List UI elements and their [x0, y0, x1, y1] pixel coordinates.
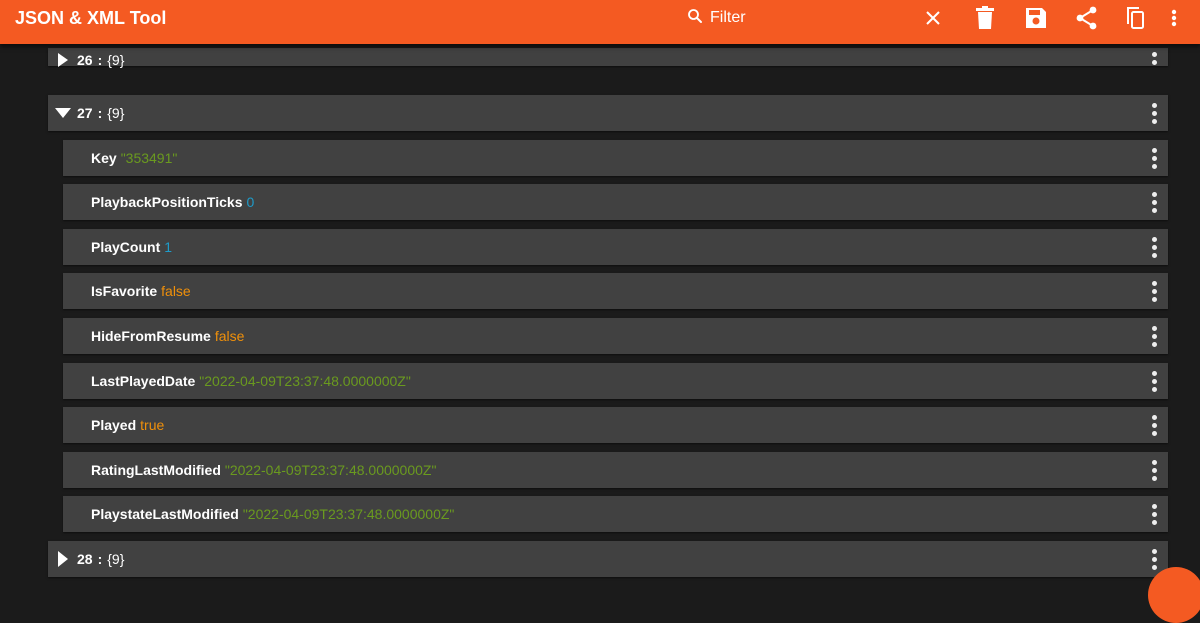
more-vert-icon[interactable]	[1146, 144, 1162, 172]
more-vert-icon	[1171, 9, 1177, 27]
child-value: "2022-04-09T23:37:48.0000000Z"	[199, 373, 411, 389]
more-vert-icon[interactable]	[1146, 545, 1162, 573]
save-button[interactable]	[1022, 4, 1050, 32]
more-vert-icon[interactable]	[1146, 277, 1162, 305]
tree-node-26[interactable]: 26 : {9}	[48, 48, 1168, 69]
tree-child-row[interactable]: Played true	[63, 407, 1168, 443]
close-icon	[925, 10, 941, 26]
more-vert-icon[interactable]	[1146, 233, 1162, 261]
child-key: Played	[91, 417, 137, 433]
child-key: PlaybackPositionTicks	[91, 194, 243, 210]
child-value: true	[140, 417, 165, 433]
node-key: 28	[77, 551, 93, 567]
node-separator: :	[97, 52, 103, 68]
more-vert-icon[interactable]	[1146, 188, 1162, 216]
filter-box[interactable]	[686, 0, 910, 36]
child-value: false	[161, 283, 191, 299]
child-value: "353491"	[120, 150, 178, 166]
tree-child-row[interactable]: HideFromResume false	[63, 318, 1168, 354]
delete-icon	[975, 6, 995, 30]
child-value: 0	[246, 194, 255, 210]
app-bar: JSON & XML Tool	[0, 0, 1200, 44]
more-vert-icon[interactable]	[1146, 367, 1162, 395]
child-value: "2022-04-09T23:37:48.0000000Z"	[242, 506, 455, 522]
more-vert-icon[interactable]	[1146, 46, 1162, 70]
more-vert-icon[interactable]	[1146, 456, 1162, 484]
node-value: {9}	[107, 551, 125, 567]
tree-child-row[interactable]: IsFavorite false	[63, 273, 1168, 309]
child-key: IsFavorite	[91, 283, 158, 299]
delete-button[interactable]	[971, 4, 999, 32]
floating-action-button[interactable]	[1148, 567, 1200, 623]
node-key: 26	[77, 52, 93, 68]
clear-filter-button[interactable]	[919, 4, 947, 32]
copy-button[interactable]	[1121, 4, 1149, 32]
copy-icon	[1124, 6, 1146, 30]
child-key: Key	[91, 150, 117, 166]
tree-child-row[interactable]: Key "353491"	[63, 140, 1168, 176]
child-key: RatingLastModified	[91, 462, 221, 478]
tree-node-27[interactable]: 27 : {9}	[48, 95, 1168, 131]
child-key: PlaystateLastModified	[91, 506, 239, 522]
node-value: {9}	[107, 105, 125, 121]
child-value: false	[214, 328, 245, 344]
search-icon	[686, 7, 704, 30]
child-key: LastPlayedDate	[91, 373, 196, 389]
child-value: 1	[164, 239, 173, 255]
tree-child-row[interactable]: PlaystateLastModified "2022-04-09T23:37:…	[63, 496, 1168, 532]
share-icon	[1075, 6, 1099, 30]
more-vert-icon[interactable]	[1146, 411, 1162, 439]
tree-child-row[interactable]: PlayCount 1	[63, 229, 1168, 265]
node-separator: :	[97, 551, 103, 567]
app-title: JSON & XML Tool	[15, 8, 167, 28]
save-icon	[1024, 6, 1048, 30]
expand-arrow-icon[interactable]	[54, 550, 72, 568]
tree-child-row[interactable]: LastPlayedDate "2022-04-09T23:37:48.0000…	[63, 363, 1168, 399]
expand-arrow-icon[interactable]	[54, 51, 72, 69]
tree-node-28[interactable]: 28 : {9}	[48, 541, 1168, 577]
tree-child-row[interactable]: PlaybackPositionTicks 0	[63, 184, 1168, 220]
json-tree: 26 : {9} 27 : {9} Key "353491" PlaybackP…	[0, 44, 1200, 577]
more-vert-icon[interactable]	[1146, 99, 1162, 127]
node-key: 27	[77, 105, 93, 121]
filter-input[interactable]	[710, 6, 910, 30]
node-separator: :	[97, 105, 103, 121]
child-key: PlayCount	[91, 239, 161, 255]
child-key: HideFromResume	[91, 328, 211, 344]
child-value: "2022-04-09T23:37:48.0000000Z"	[224, 462, 437, 478]
more-vert-icon[interactable]	[1146, 500, 1162, 528]
tree-child-row[interactable]: RatingLastModified "2022-04-09T23:37:48.…	[63, 452, 1168, 488]
overflow-menu-button[interactable]	[1160, 4, 1188, 32]
share-button[interactable]	[1073, 4, 1101, 32]
collapse-arrow-icon[interactable]	[54, 104, 72, 122]
more-vert-icon[interactable]	[1146, 322, 1162, 350]
node-value: {9}	[107, 52, 125, 68]
